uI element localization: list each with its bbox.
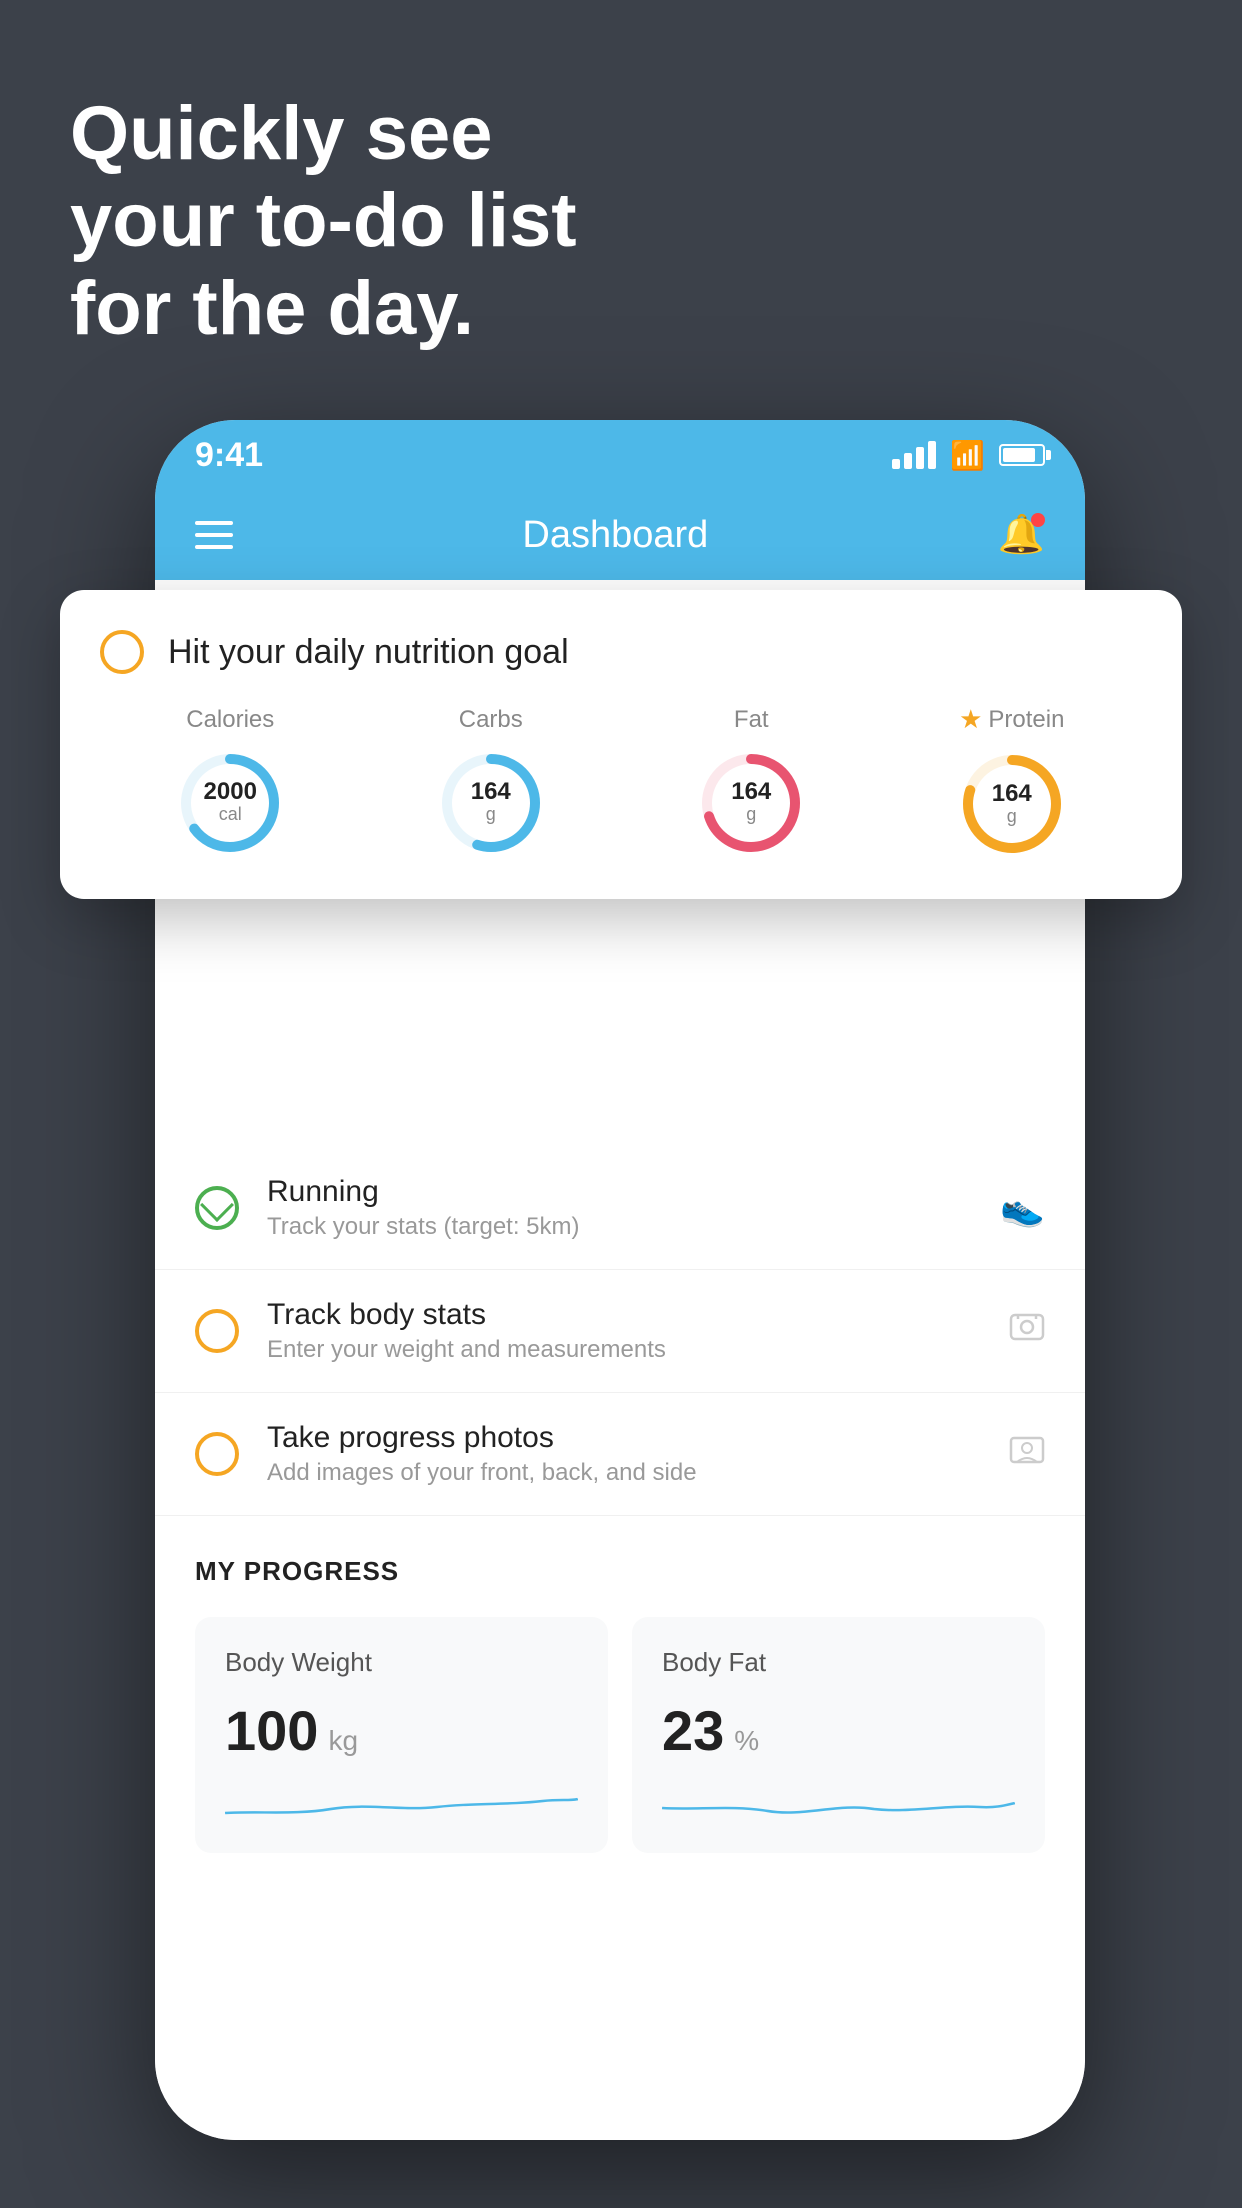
progress-cards: Body Weight 100 kg Body Fat — [195, 1617, 1045, 1853]
todo-circle-body-stats — [195, 1309, 239, 1353]
calories-label: Calories — [186, 706, 274, 734]
body-fat-chart — [662, 1783, 1015, 1823]
protein-donut: 164 g — [957, 749, 1067, 859]
photo-person-icon — [1009, 1432, 1045, 1477]
fat-stat: Fat 164 g — [696, 706, 806, 858]
nutrition-floating-card: Hit your daily nutrition goal Calories 2… — [60, 590, 1182, 899]
header-title: Dashboard — [522, 514, 708, 557]
todo-subtitle-body-stats: Enter your weight and measurements — [267, 1336, 981, 1364]
body-fat-card[interactable]: Body Fat 23 % — [632, 1617, 1045, 1853]
todo-subtitle-running: Track your stats (target: 5km) — [267, 1213, 972, 1241]
fat-value: 164 g — [696, 748, 806, 858]
body-weight-chart — [225, 1783, 578, 1823]
status-bar: 9:41 📶 — [155, 420, 1085, 490]
carbs-donut: 164 g — [436, 748, 546, 858]
app-header: Dashboard 🔔 — [155, 490, 1085, 580]
calories-stat: Calories 2000 cal — [175, 706, 285, 858]
body-fat-unit: % — [734, 1725, 759, 1757]
todo-circle-photos — [195, 1432, 239, 1476]
wifi-icon: 📶 — [950, 439, 985, 472]
progress-title: MY PROGRESS — [195, 1556, 1045, 1587]
carbs-value: 164 g — [436, 748, 546, 858]
body-weight-unit: kg — [328, 1725, 358, 1757]
status-icons: 📶 — [892, 439, 1045, 472]
todo-text-running: Running Track your stats (target: 5km) — [267, 1175, 972, 1241]
body-weight-number: 100 — [225, 1698, 318, 1763]
card-title-row: Hit your daily nutrition goal — [100, 630, 1142, 674]
protein-stat: ★ Protein 164 g — [957, 704, 1067, 859]
todo-title-body-stats: Track body stats — [267, 1298, 981, 1332]
calories-donut: 2000 cal — [175, 748, 285, 858]
signal-icon — [892, 441, 936, 469]
body-fat-value-row: 23 % — [662, 1698, 1015, 1763]
todo-text-body-stats: Track body stats Enter your weight and m… — [267, 1298, 981, 1364]
protein-value: 164 g — [957, 749, 1067, 859]
calories-value: 2000 cal — [175, 748, 285, 858]
carbs-label: Carbs — [459, 706, 523, 734]
nutrition-stats-row: Calories 2000 cal Carbs — [100, 704, 1142, 859]
body-weight-label: Body Weight — [225, 1647, 578, 1678]
todo-title-running: Running — [267, 1175, 972, 1209]
todo-circle-running — [195, 1186, 239, 1230]
todo-text-photos: Take progress photos Add images of your … — [267, 1421, 981, 1487]
hamburger-menu[interactable] — [195, 521, 233, 549]
body-weight-card[interactable]: Body Weight 100 kg — [195, 1617, 608, 1853]
checkmark-icon — [200, 1188, 234, 1222]
notification-bell-icon[interactable]: 🔔 — [998, 513, 1045, 557]
fat-label: Fat — [734, 706, 769, 734]
nutrition-radio-circle[interactable] — [100, 630, 144, 674]
star-icon: ★ — [959, 704, 982, 735]
hero-section: Quickly see your to-do list for the day. — [70, 90, 1172, 352]
todo-title-photos: Take progress photos — [267, 1421, 981, 1455]
battery-icon — [999, 444, 1045, 466]
protein-label: ★ Protein — [959, 704, 1064, 735]
shoe-icon: 👟 — [1000, 1187, 1045, 1229]
todo-item-running[interactable]: Running Track your stats (target: 5km) 👟 — [155, 1147, 1085, 1270]
fat-donut: 164 g — [696, 748, 806, 858]
todo-item-photos[interactable]: Take progress photos Add images of your … — [155, 1393, 1085, 1516]
body-weight-value-row: 100 kg — [225, 1698, 578, 1763]
body-fat-number: 23 — [662, 1698, 724, 1763]
hero-heading: Quickly see your to-do list for the day. — [70, 90, 1172, 352]
carbs-stat: Carbs 164 g — [436, 706, 546, 858]
body-fat-label: Body Fat — [662, 1647, 1015, 1678]
status-time: 9:41 — [195, 436, 263, 475]
notification-dot — [1031, 513, 1045, 527]
nutrition-card-title: Hit your daily nutrition goal — [168, 633, 569, 672]
todo-subtitle-photos: Add images of your front, back, and side — [267, 1459, 981, 1487]
scale-icon — [1009, 1309, 1045, 1354]
progress-section: MY PROGRESS Body Weight 100 kg — [155, 1516, 1085, 1873]
todo-item-body-stats[interactable]: Track body stats Enter your weight and m… — [155, 1270, 1085, 1393]
